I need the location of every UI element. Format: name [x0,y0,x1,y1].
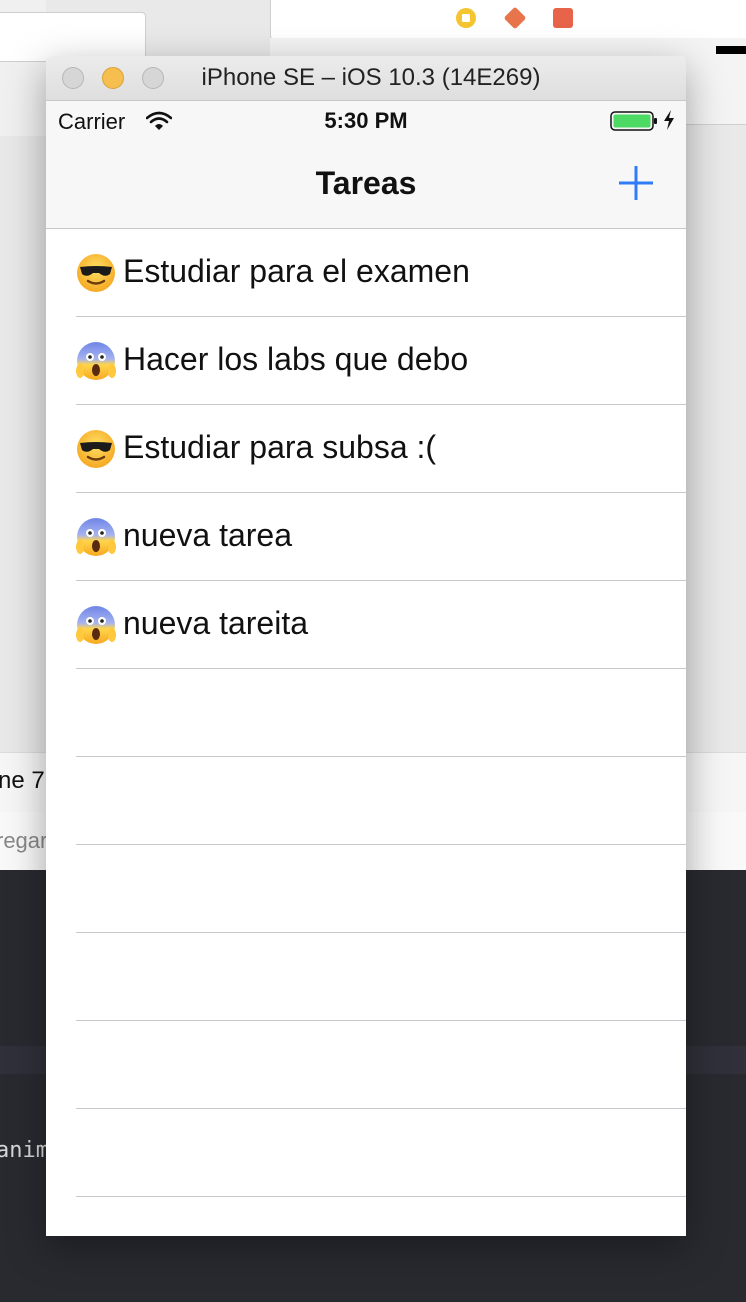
task-label: Estudiar para subsa :( [123,429,437,465]
battery-icon [610,111,657,131]
label-row-text: regar [0,828,48,853]
charging-bolt-icon [664,110,674,130]
exit-icon[interactable] [553,8,573,28]
empty-row [46,1109,686,1197]
status-bar: Carrier 5:30 PM [46,101,686,139]
empty-row [46,845,686,933]
empty-row [46,933,686,1021]
table-row[interactable]: Estudiar para el examen [46,229,686,317]
task-label: nueva tareita [123,605,309,641]
stop-icon[interactable] [456,8,476,28]
table-row[interactable]: nueva tareita [46,581,686,669]
plus-icon[interactable] [618,165,654,201]
sunglasses-face-icon [77,254,115,292]
table-row[interactable]: Estudiar para subsa :( [46,405,686,493]
window-title: iPhone SE – iOS 10.3 (14E269) [201,64,541,91]
window-titlebar[interactable]: iPhone SE – iOS 10.3 (14E269) [46,56,686,101]
screaming-face-icon [76,342,116,380]
task-list: Estudiar para el examen Hacer los labs q… [46,229,686,1236]
empty-row [46,1197,686,1236]
xcode-left-card [0,12,146,62]
screaming-face-icon [76,518,116,556]
task-label: nueva tarea [123,517,293,553]
empty-row [46,757,686,845]
xcode-marker [716,46,746,54]
empty-row [46,669,686,757]
page-title: Tareas [315,165,417,201]
code-fragment: anim [0,1138,49,1163]
device-row-label: ne 7 [0,767,45,794]
navigation-bar: Tareas [46,139,686,229]
simulator-window: iPhone SE – iOS 10.3 (14E269) Carrier 5:… [46,56,686,1236]
table-row[interactable]: nueva tarea [46,493,686,581]
table-row[interactable]: Hacer los labs que debo [46,317,686,405]
task-label: Hacer los labs que debo [123,341,469,377]
empty-row [46,1021,686,1109]
xcode-canvas [0,136,46,752]
screaming-face-icon [76,606,116,644]
status-time: 5:30 PM [324,108,408,133]
task-label: Estudiar para el examen [123,253,470,289]
sunglasses-face-icon [77,430,115,468]
